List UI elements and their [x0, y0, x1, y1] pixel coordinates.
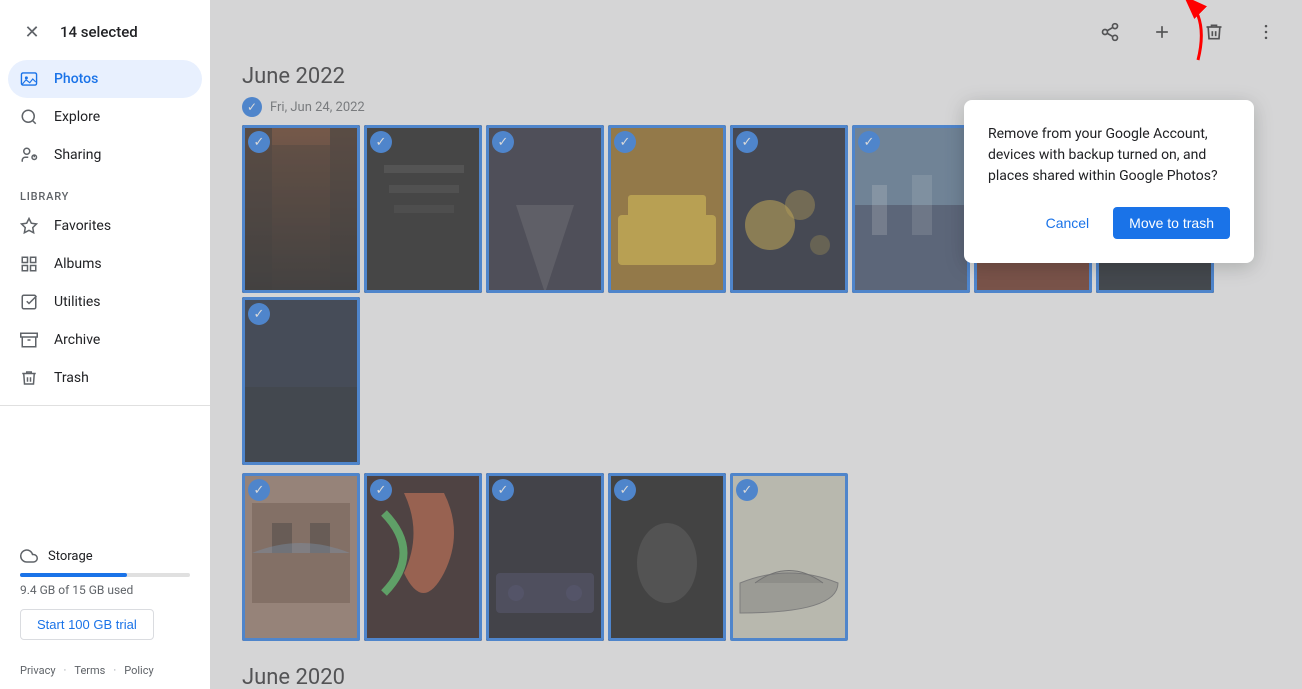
terms-link[interactable]: Terms: [74, 664, 105, 677]
storage-bar-background: [20, 573, 190, 577]
sidebar-item-explore-label: Explore: [54, 109, 100, 125]
dialog-message: Remove from your Google Account, devices…: [988, 124, 1230, 187]
sharing-icon: [20, 146, 38, 164]
sidebar-item-utilities-label: Utilities: [54, 294, 101, 310]
selected-count-label: 14 selected: [60, 23, 138, 41]
archive-icon: [20, 331, 38, 349]
favorites-icon: [20, 217, 38, 235]
photos-icon: [20, 70, 38, 88]
sidebar-item-favorites-label: Favorites: [54, 218, 111, 234]
sidebar-item-trash[interactable]: Trash: [8, 359, 202, 397]
sidebar-item-sharing[interactable]: Sharing: [8, 136, 202, 174]
cloud-icon: [20, 547, 38, 565]
sidebar-nav: Photos Explore Sharing: [0, 60, 210, 174]
sidebar-item-photos[interactable]: Photos: [8, 60, 202, 98]
storage-used-text: 9.4 GB of 15 GB used: [20, 583, 190, 597]
sidebar: ✕ 14 selected Photos Explore Sharing LIB…: [0, 0, 210, 689]
delete-confirmation-dialog: Remove from your Google Account, devices…: [964, 100, 1254, 263]
dialog-backdrop: Remove from your Google Account, devices…: [210, 0, 1302, 689]
sidebar-item-archive-label: Archive: [54, 332, 100, 348]
explore-icon: [20, 108, 38, 126]
storage-section: Storage 9.4 GB of 15 GB used Start 100 G…: [0, 531, 210, 656]
arrow-pointer: [1138, 0, 1218, 70]
sidebar-item-photos-label: Photos: [54, 71, 98, 87]
cancel-button[interactable]: Cancel: [1030, 207, 1106, 239]
close-button[interactable]: ✕: [16, 16, 48, 48]
dialog-actions: Cancel Move to trash: [988, 207, 1230, 239]
utilities-icon: [20, 293, 38, 311]
sidebar-header: ✕ 14 selected: [0, 8, 210, 60]
privacy-link[interactable]: Privacy: [20, 664, 56, 677]
sidebar-item-explore[interactable]: Explore: [8, 98, 202, 136]
move-to-trash-button[interactable]: Move to trash: [1113, 207, 1230, 239]
sidebar-item-albums-label: Albums: [54, 256, 102, 272]
storage-bar-fill: [20, 573, 127, 577]
trash-icon: [20, 369, 38, 387]
start-trial-button[interactable]: Start 100 GB trial: [20, 609, 154, 640]
sidebar-item-favorites[interactable]: Favorites: [8, 207, 202, 245]
library-section-label: LIBRARY: [0, 174, 210, 207]
sidebar-item-sharing-label: Sharing: [54, 147, 101, 163]
divider: [0, 405, 210, 406]
storage-label: Storage: [20, 547, 190, 565]
sidebar-item-albums[interactable]: Albums: [8, 245, 202, 283]
sidebar-item-utilities[interactable]: Utilities: [8, 283, 202, 321]
policy-link[interactable]: Policy: [124, 664, 153, 677]
sidebar-item-archive[interactable]: Archive: [8, 321, 202, 359]
footer-links: Privacy · Terms · Policy: [0, 656, 210, 689]
albums-icon: [20, 255, 38, 273]
sidebar-item-trash-label: Trash: [54, 370, 89, 386]
library-nav: Favorites Albums Utilities Archive Trash: [0, 207, 210, 397]
